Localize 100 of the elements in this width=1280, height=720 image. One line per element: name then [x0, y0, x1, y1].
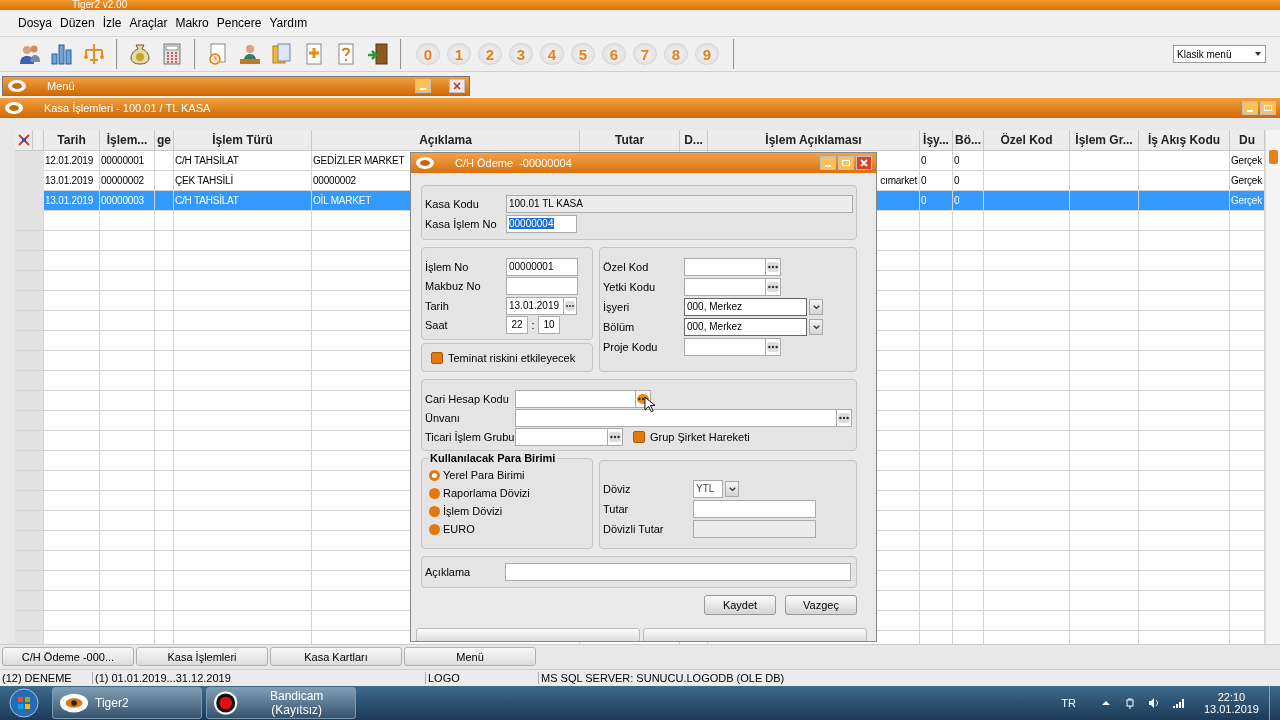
- column-header[interactable]: Özel Kod: [984, 130, 1070, 150]
- dialog-button[interactable]: Vazgeç: [785, 595, 857, 615]
- dialog-button[interactable]: Kaydet: [704, 595, 776, 615]
- column-header[interactable]: Tutar: [580, 130, 680, 150]
- table-cell: ÇEK TAHSİLİ: [174, 171, 312, 190]
- menu-item[interactable]: Düzen: [56, 16, 99, 30]
- dropdown-button[interactable]: [809, 299, 823, 315]
- field-label: Açıklama: [425, 566, 472, 578]
- input-field[interactable]: 00000001: [506, 257, 578, 276]
- speaker-icon[interactable]: [1147, 697, 1160, 709]
- ellipsis-button[interactable]: [836, 408, 852, 427]
- dropdown-field[interactable]: 000, Merkez: [684, 318, 807, 336]
- input-field[interactable]: [684, 258, 766, 276]
- column-header[interactable]: İşlem Açıklaması: [708, 130, 920, 150]
- input-field[interactable]: [684, 338, 766, 356]
- input-field[interactable]: [505, 563, 851, 581]
- table-cell: C/H TAHSİLAT: [174, 151, 312, 170]
- field-label: Kasa Kodu: [425, 198, 480, 210]
- input-field[interactable]: [515, 427, 608, 446]
- status-text: MS SQL SERVER: SUNUCU.LOGODB (OLE DB): [540, 672, 785, 684]
- column-header[interactable]: D...: [680, 130, 708, 150]
- field-label: Tarih: [425, 299, 450, 312]
- menu-item[interactable]: Makro: [171, 16, 213, 30]
- dropdown-field[interactable]: YTL: [693, 480, 723, 498]
- column-header[interactable]: İşlem Gr...: [1070, 130, 1139, 150]
- person-at-desk-icon[interactable]: [238, 42, 262, 66]
- column-header[interactable]: Bö...: [953, 130, 984, 150]
- table-cell: 00000002: [100, 171, 155, 190]
- menu-item[interactable]: Araçlar: [125, 16, 172, 30]
- ellipsis-button[interactable]: [765, 278, 781, 296]
- window-switch-button[interactable]: C/H Ödeme -000...: [2, 647, 134, 666]
- column-header[interactable]: İşlem Türü: [174, 130, 312, 150]
- window-switch-button[interactable]: Menü: [404, 647, 536, 666]
- input-field[interactable]: [515, 389, 636, 408]
- app-logo-icon: [59, 692, 89, 714]
- column-header[interactable]: Tarih: [44, 130, 100, 150]
- dialog-title: C/H Ödeme -00000004: [455, 157, 572, 169]
- checkbox[interactable]: Grup Şirket Hareketi: [633, 430, 750, 443]
- menu-item[interactable]: Pencere: [212, 16, 266, 30]
- bar-chart-icon[interactable]: [50, 42, 74, 66]
- column-header[interactable]: Açıklama: [312, 130, 580, 150]
- column-header[interactable]: ge: [155, 130, 174, 150]
- field-label: Cari Hesap Kodu: [425, 392, 510, 405]
- calculator-icon[interactable]: [160, 42, 184, 66]
- taskbar-app-button[interactable]: Bandicam (Kayıtsız): [206, 687, 356, 719]
- table-cell: 0: [920, 171, 953, 190]
- hour-field[interactable]: 22: [506, 316, 528, 335]
- input-field[interactable]: 13.01.2019: [506, 296, 564, 315]
- cross-arrows-icon[interactable]: [17, 134, 30, 146]
- radio-button[interactable]: Yerel Para Birimi: [429, 466, 589, 484]
- field-label: Dövizli Tutar: [603, 523, 665, 535]
- menu-item[interactable]: Yardım: [265, 16, 312, 30]
- table-cell: 13.01.2019: [44, 171, 100, 190]
- dropdown-field[interactable]: 000, Merkez: [684, 298, 807, 316]
- menu-item[interactable]: İzle: [98, 16, 126, 30]
- app-logo-icon: [4, 101, 24, 115]
- radio-button[interactable]: İşlem Dövizi: [429, 502, 589, 520]
- power-plug-icon[interactable]: [1123, 697, 1136, 709]
- dropdown-button[interactable]: [809, 319, 823, 335]
- caret-icon: [727, 484, 737, 494]
- field-label: Kasa İşlem No: [425, 218, 498, 230]
- input-field[interactable]: [693, 500, 816, 518]
- input-field[interactable]: 00000004: [506, 215, 577, 233]
- field-label: Ünvanı: [425, 411, 461, 424]
- ellipsis-button[interactable]: [765, 258, 781, 276]
- window-title: Kasa İşlemleri - 100.01 / TL KASA: [44, 102, 211, 114]
- scrollbar[interactable]: [1265, 130, 1280, 644]
- folders-icon[interactable]: [270, 42, 294, 66]
- money-bag-icon[interactable]: [128, 42, 152, 66]
- field-label: Yetki Kodu: [603, 281, 657, 293]
- radio-button[interactable]: EURO: [429, 520, 589, 538]
- table-cell: 0: [920, 191, 953, 210]
- field-label: Saat: [425, 319, 449, 332]
- taskbar-app-button[interactable]: Tiger2: [52, 687, 202, 719]
- minute-field[interactable]: 10: [538, 316, 560, 335]
- window-switch-button[interactable]: Kasa İşlemleri: [136, 647, 268, 666]
- radio-button[interactable]: Raporlama Dövizi: [429, 484, 589, 502]
- window-switch-button[interactable]: Kasa Kartları: [270, 647, 402, 666]
- input-field[interactable]: [515, 408, 837, 427]
- input-field[interactable]: [684, 278, 766, 296]
- input-field: 100.01 TL KASA: [506, 195, 853, 213]
- ellipsis-button[interactable]: [765, 338, 781, 356]
- field-label: Makbuz No: [425, 280, 482, 293]
- close-button[interactable]: [856, 156, 872, 170]
- table-cell: 00000001: [100, 151, 155, 170]
- app-logo-icon: [415, 156, 435, 170]
- group-title: Kullanılacak Para Birimi: [428, 452, 558, 464]
- ellipsis-button[interactable]: [563, 296, 577, 315]
- menu-style-dropdown[interactable]: Klasik menü: [1173, 45, 1266, 63]
- ellipsis-button[interactable]: [607, 427, 623, 446]
- column-header[interactable]: İşlem...: [100, 130, 155, 150]
- close-button[interactable]: [449, 79, 465, 93]
- language-indicator[interactable]: TR: [1061, 697, 1076, 709]
- menu-item[interactable]: Dosya: [14, 16, 56, 30]
- column-header[interactable]: İşy...: [920, 130, 953, 150]
- input-field[interactable]: [506, 277, 578, 296]
- signal-icon[interactable]: [1171, 697, 1184, 709]
- column-header[interactable]: İş Akış Kodu: [1139, 130, 1230, 150]
- dropdown-button[interactable]: [725, 481, 739, 497]
- exit-door-icon[interactable]: [366, 42, 390, 66]
